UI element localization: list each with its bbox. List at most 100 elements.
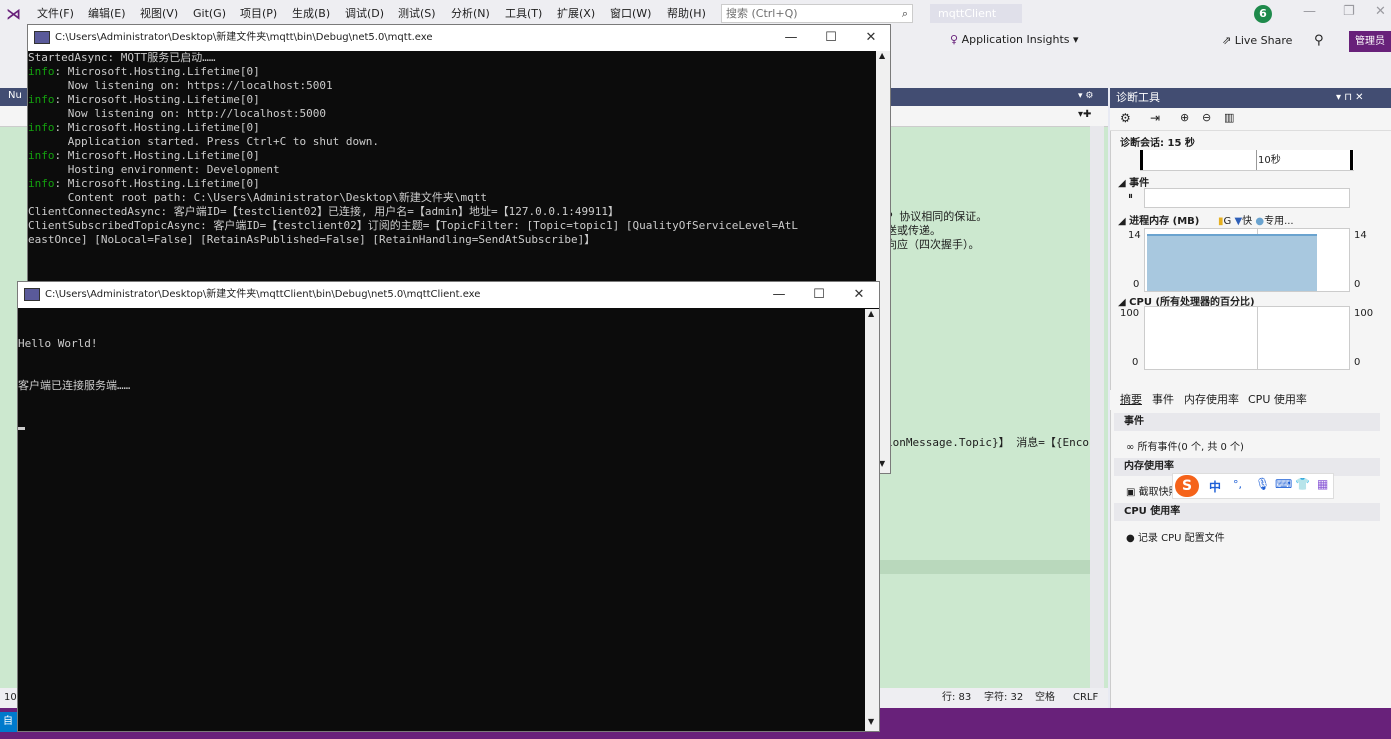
application-insights-button[interactable]: ♀ Application Insights ▾ xyxy=(950,33,1079,46)
console-line: info: Microsoft.Hosting.Lifetime[0] xyxy=(28,149,876,163)
tab-dropdown-icon[interactable]: ▾ ⚙ xyxy=(1078,91,1093,101)
minimize-icon[interactable]: — xyxy=(1303,4,1316,19)
notification-badge[interactable]: 6 xyxy=(1254,5,1272,23)
search-placeholder: 搜索 (Ctrl+Q) xyxy=(726,7,798,20)
settings-icon[interactable]: ⚙ xyxy=(1120,111,1131,125)
skin-icon[interactable]: 👕 xyxy=(1295,477,1310,491)
microphone-icon[interactable]: 🎙 xyxy=(1255,477,1270,491)
scroll-down-icon[interactable]: ▼ xyxy=(868,717,874,726)
maximize-icon[interactable]: ☐ xyxy=(804,282,834,308)
panel-options-icon[interactable]: ▾ ⊓ ✕ xyxy=(1336,88,1364,108)
sogou-logo-icon[interactable]: S xyxy=(1175,475,1199,497)
memory-legend: ▮G ▼快 ●专用... xyxy=(1218,216,1294,227)
close-icon[interactable]: ✕ xyxy=(856,25,886,51)
tab-summary[interactable]: 摘要 xyxy=(1120,390,1142,410)
console-line: info: Microsoft.Hosting.Lifetime[0] xyxy=(28,177,876,191)
events-track[interactable] xyxy=(1144,188,1350,208)
console-line: Now listening on: http://localhost:5000 xyxy=(28,107,876,121)
restore-icon[interactable]: ❐ xyxy=(1343,4,1355,19)
memory-header: ◢ 进程内存 (MB) xyxy=(1118,216,1200,227)
zoom-in-icon[interactable]: ⊕ xyxy=(1180,111,1189,124)
log-level-label: info xyxy=(28,177,55,190)
timeline-ruler[interactable]: 10秒 xyxy=(1140,150,1354,171)
zoom-label: 10 xyxy=(4,692,17,703)
export-icon[interactable]: ⇥ xyxy=(1150,111,1160,125)
all-events-link[interactable]: ∞ 所有事件(0 个, 共 0 个) xyxy=(1126,438,1244,453)
live-share-button[interactable]: ⇗ Live Share xyxy=(1222,34,1292,47)
close-icon[interactable]: ✕ xyxy=(844,282,874,308)
memory-min-label-right: 0 xyxy=(1354,279,1361,290)
log-text: ClientSubscribedTopicAsync: 客户端ID=【testc… xyxy=(28,219,799,232)
scroll-up-icon[interactable]: ▲ xyxy=(879,51,885,60)
memory-max-label: 14 xyxy=(1128,230,1141,241)
column-indicator[interactable]: 字符: 32 xyxy=(984,688,1023,708)
memory-min-label: 0 xyxy=(1133,279,1140,290)
client-console-output[interactable]: Hello World! 客户端已连接服务端…… xyxy=(18,309,865,731)
console-line: 客户端已连接服务端…… xyxy=(18,379,131,392)
console-line: ClientConnectedAsync: 客户端ID=【testclient0… xyxy=(28,205,876,219)
memory-chart[interactable] xyxy=(1144,228,1350,292)
log-text: eastOnce] [NoLocal=False] [RetainAsPubli… xyxy=(28,233,596,246)
minimize-icon[interactable]: — xyxy=(776,25,806,51)
memory-area xyxy=(1147,234,1317,291)
log-text: : Microsoft.Hosting.Lifetime[0] xyxy=(54,93,260,106)
visual-studio-logo-icon: ⋊ xyxy=(6,5,21,23)
split-editor-icon[interactable]: ▾✚ xyxy=(1078,109,1091,120)
scroll-up-icon[interactable]: ▲ xyxy=(868,309,874,318)
timeline-end-marker xyxy=(1350,150,1353,170)
cpu-chart[interactable] xyxy=(1144,306,1350,370)
console-line: Hello World! xyxy=(18,337,98,350)
code-line: ionMessage.Topic}】 消息=【{Enco xyxy=(886,436,1089,449)
console-line: Now listening on: https://localhost:5001 xyxy=(28,79,876,93)
log-text: : Microsoft.Hosting.Lifetime[0] xyxy=(54,149,260,162)
punctuation-icon[interactable]: °, xyxy=(1233,478,1242,491)
line-ending-indicator[interactable]: CRLF xyxy=(1073,688,1098,708)
server-console-title: C:\Users\Administrator\Desktop\新建文件夹\mqt… xyxy=(55,32,433,43)
console-app-icon xyxy=(34,30,50,44)
ime-toolbar: S 中 °, 🎙 ⌨ 👕 ▦ xyxy=(1172,473,1334,499)
nuget-tab-label[interactable]: Nu xyxy=(8,90,22,101)
feedback-icon[interactable]: ⚲ xyxy=(1314,33,1324,48)
minimize-icon[interactable]: — xyxy=(764,282,794,308)
tab-events[interactable]: 事件 xyxy=(1152,390,1174,410)
admin-button[interactable]: 管理员 xyxy=(1349,31,1391,52)
console-line: eastOnce] [NoLocal=False] [RetainAsPubli… xyxy=(28,233,876,247)
reset-view-icon[interactable]: ▥ xyxy=(1224,111,1234,124)
zoom-out-icon[interactable]: ⊖ xyxy=(1202,111,1211,124)
diagnostics-title-bar: 诊断工具 ▾ ⊓ ✕ xyxy=(1110,88,1391,108)
cpu-gridline xyxy=(1257,307,1258,369)
console-app-icon xyxy=(24,287,40,301)
log-text: : Microsoft.Hosting.Lifetime[0] xyxy=(54,65,260,78)
console-line: info: Microsoft.Hosting.Lifetime[0] xyxy=(28,121,876,135)
tab-memory-usage[interactable]: 内存使用率 xyxy=(1184,390,1239,410)
record-cpu-button[interactable]: ● 记录 CPU 配置文件 xyxy=(1126,529,1225,544)
client-console-titlebar[interactable]: C:\Users\Administrator\Desktop\新建文件夹\mqt… xyxy=(18,282,879,308)
line-indicator[interactable]: 行: 83 xyxy=(942,688,971,708)
pause-icon[interactable]: ⏸ xyxy=(1128,191,1133,202)
live-share-label: Live Share xyxy=(1234,34,1293,47)
keyboard-icon[interactable]: ⌨ xyxy=(1275,477,1292,491)
ime-language-toggle[interactable]: 中 xyxy=(1209,478,1221,495)
console-line: StartedAsync: MQTT服务已启动…… xyxy=(28,51,876,65)
tab-cpu-usage[interactable]: CPU 使用率 xyxy=(1248,390,1307,410)
server-console-titlebar[interactable]: C:\Users\Administrator\Desktop\新建文件夹\mqt… xyxy=(28,25,890,51)
close-icon[interactable]: ✕ xyxy=(1375,4,1386,19)
take-snapshot-button[interactable]: ▣ 截取快照 xyxy=(1126,483,1179,498)
solution-name: mqttClient xyxy=(930,4,1022,23)
spaces-indicator[interactable]: 空格 xyxy=(1035,688,1055,708)
cpu-min-label: 0 xyxy=(1132,357,1139,368)
client-console-window: C:\Users\Administrator\Desktop\新建文件夹\mqt… xyxy=(17,281,880,732)
toolbox-icon[interactable]: ▦ xyxy=(1317,477,1328,491)
console-cursor xyxy=(18,427,25,430)
log-level-label: info xyxy=(28,121,55,134)
log-text: ClientConnectedAsync: 客户端ID=【testclient0… xyxy=(28,205,619,218)
log-text: Application started. Press Ctrl+C to shu… xyxy=(28,135,379,148)
client-console-scrollbar[interactable]: ▲ ▼ xyxy=(865,309,879,731)
maximize-icon[interactable]: ☐ xyxy=(816,25,846,51)
search-input[interactable]: 搜索 (Ctrl+Q) ⌕ xyxy=(721,4,913,23)
console-line: Content root path: C:\Users\Administrato… xyxy=(28,191,876,205)
log-text: : Microsoft.Hosting.Lifetime[0] xyxy=(54,177,260,190)
editor-scrollbar[interactable] xyxy=(1090,126,1104,690)
record-icon: ● xyxy=(1126,533,1135,544)
lightbulb-icon: ♀ xyxy=(950,33,959,46)
